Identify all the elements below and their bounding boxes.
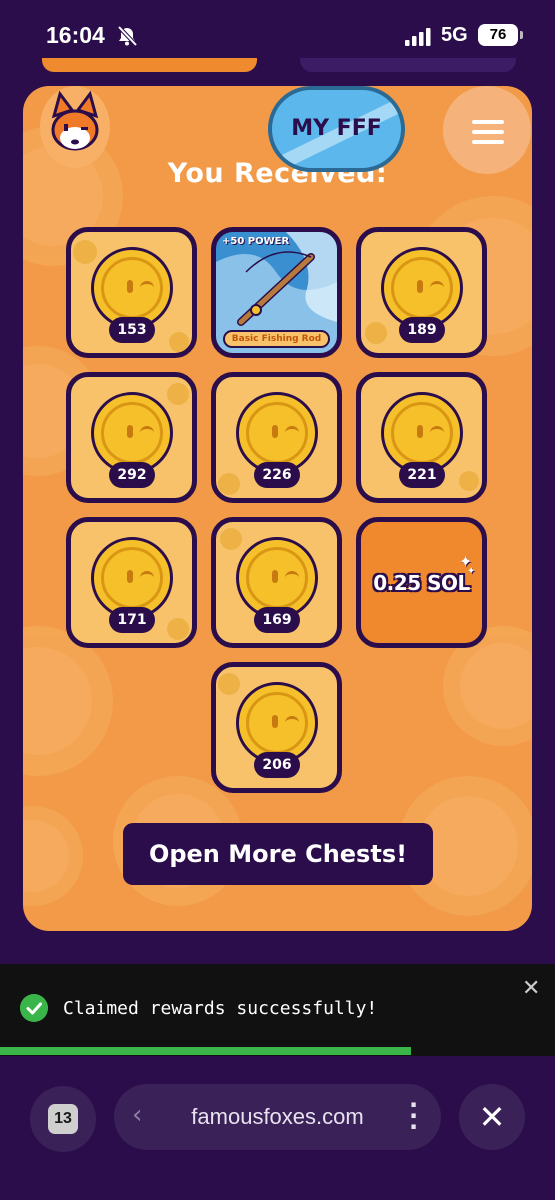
- coin-amount: 169: [254, 607, 300, 633]
- url-text: famousfoxes.com: [191, 1104, 364, 1129]
- signal-icon: [405, 28, 431, 46]
- item-power: +50 POWER: [222, 236, 290, 247]
- coin-reward-tile: 221: [356, 372, 487, 503]
- close-icon[interactable]: ✕: [522, 976, 540, 1001]
- fox-avatar-icon[interactable]: [40, 86, 110, 168]
- browser-bottom-bar: 13 ‹ famousfoxes.com · · · ✕: [0, 1056, 555, 1200]
- sol-reward-label: 0.25 SOL: [373, 571, 470, 595]
- success-toast: Claimed rewards successfully!: [0, 964, 555, 1056]
- coin-amount: 292: [109, 462, 155, 488]
- background-coin: [23, 806, 83, 906]
- coin-reward-tile: 153: [66, 227, 197, 358]
- rewards-card: 153 +50 POWER Basic Fishing Rod 189 292 …: [23, 86, 532, 931]
- network-label: 5G: [441, 24, 468, 46]
- toast-message: Claimed rewards successfully!: [63, 998, 378, 1019]
- coin-amount: 189: [399, 317, 445, 343]
- coin-reward-tile: 292: [66, 372, 197, 503]
- coin-amount: 226: [254, 462, 300, 488]
- status-time: 16:04: [46, 22, 105, 48]
- tabs-button[interactable]: 13: [30, 1086, 96, 1152]
- battery-indicator: 76: [478, 24, 523, 46]
- coin-amount: 206: [254, 752, 300, 778]
- coin-reward-tile: 206: [211, 662, 342, 793]
- address-bar[interactable]: ‹ famousfoxes.com · · ·: [114, 1084, 441, 1150]
- close-browser-icon[interactable]: ✕: [459, 1084, 525, 1150]
- coin-reward-tile: 169: [211, 517, 342, 648]
- tab-count: 13: [48, 1104, 78, 1134]
- coin-amount: 221: [399, 462, 445, 488]
- coin-reward-tile: 226: [211, 372, 342, 503]
- sol-reward-tile: 0.25 SOL ✦ ✦: [356, 517, 487, 648]
- top-tab-purple[interactable]: [300, 58, 516, 72]
- my-fff-button[interactable]: MY FFF: [268, 86, 405, 172]
- coin-reward-tile: 189: [356, 227, 487, 358]
- check-circle-icon: [20, 994, 48, 1022]
- my-fff-label: MY FFF: [291, 116, 382, 141]
- toast-progress-bar: [0, 1047, 411, 1055]
- coin-amount: 171: [109, 607, 155, 633]
- sparkle-icon: ✦: [467, 566, 476, 577]
- bell-off-icon: [117, 25, 138, 47]
- coin-reward-tile: 171: [66, 517, 197, 648]
- coin-amount: 153: [109, 317, 155, 343]
- background-coin: [23, 626, 113, 776]
- open-more-chests-button[interactable]: Open More Chests!: [123, 823, 433, 885]
- more-vertical-icon[interactable]: · · ·: [409, 1093, 418, 1139]
- item-reward-tile: +50 POWER Basic Fishing Rod: [211, 227, 342, 358]
- top-tab-orange[interactable]: [42, 58, 257, 72]
- item-name: Basic Fishing Rod: [223, 330, 330, 348]
